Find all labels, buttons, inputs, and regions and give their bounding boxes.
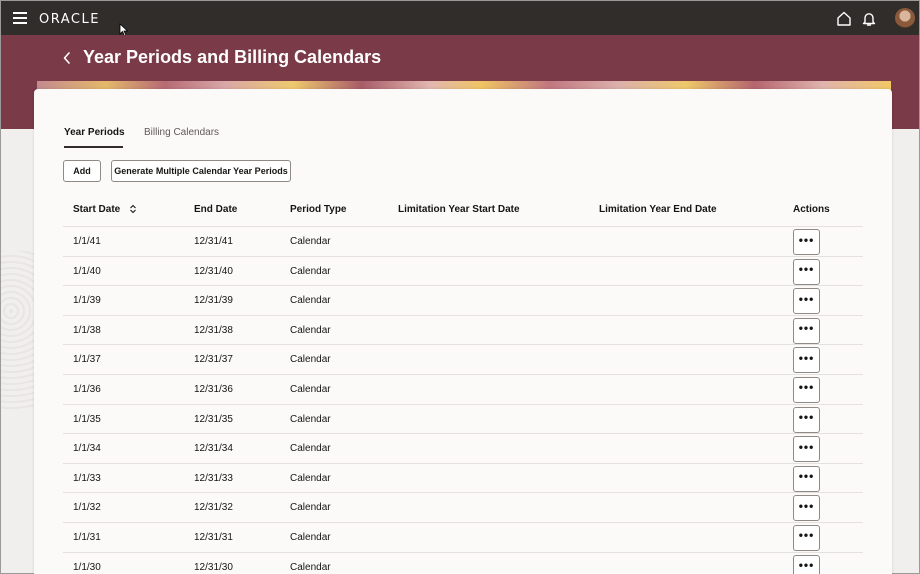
- end-date-cell: 12/31/30: [194, 561, 233, 573]
- table-row: 1/1/37 12/31/37 Calendar •••: [63, 345, 863, 375]
- more-actions-icon: •••: [798, 291, 815, 306]
- background-decoration: [1, 251, 37, 411]
- oracle-logo[interactable]: ORACLE: [39, 12, 100, 27]
- avatar[interactable]: [895, 8, 915, 28]
- start-date-cell: 1/1/36: [73, 383, 101, 395]
- start-date-cell: 1/1/41: [73, 236, 101, 247]
- more-actions-icon: •••: [798, 321, 815, 336]
- row-actions-button[interactable]: •••: [793, 317, 820, 344]
- more-actions-icon: •••: [798, 498, 815, 513]
- column-header-label: Start Date: [73, 204, 121, 215]
- more-actions-icon: •••: [798, 439, 815, 454]
- period-type-cell: Calendar: [290, 383, 331, 395]
- period-type-cell: Calendar: [290, 236, 331, 247]
- more-actions-icon: •••: [798, 262, 815, 277]
- back-arrow-icon[interactable]: [61, 50, 73, 66]
- table-row: 1/1/41 12/31/41 Calendar •••: [63, 227, 863, 257]
- end-date-cell: 12/31/34: [194, 443, 233, 455]
- end-date-cell: 12/31/36: [194, 383, 233, 395]
- period-type-cell: Calendar: [290, 531, 331, 543]
- period-type-cell: Calendar: [290, 295, 331, 307]
- column-header-actions: Actions: [793, 204, 830, 215]
- page-title: Year Periods and Billing Calendars: [83, 47, 382, 67]
- period-type-cell: Calendar: [290, 354, 331, 366]
- column-header-period-type: Period Type: [290, 204, 347, 215]
- generate-periods-button[interactable]: Generate Multiple Calendar Year Periods: [111, 160, 291, 182]
- table-row: 1/1/38 12/31/38 Calendar •••: [63, 316, 863, 346]
- table-row: 1/1/40 12/31/40 Calendar •••: [63, 257, 863, 287]
- table-row: 1/1/39 12/31/39 Calendar •••: [63, 286, 863, 316]
- sort-icon[interactable]: [129, 204, 137, 214]
- start-date-cell: 1/1/33: [73, 472, 101, 484]
- row-actions-button[interactable]: •••: [793, 288, 820, 315]
- row-actions-button[interactable]: •••: [793, 465, 820, 492]
- table-row: 1/1/34 12/31/34 Calendar •••: [63, 434, 863, 464]
- tab-year-periods[interactable]: Year Periods: [64, 127, 125, 138]
- period-type-cell: Calendar: [290, 502, 331, 514]
- more-actions-icon: •••: [798, 350, 815, 365]
- row-actions-button[interactable]: •••: [793, 229, 820, 255]
- year-periods-table: Start Date End Date Period Type Limitati…: [63, 197, 863, 574]
- start-date-cell: 1/1/40: [73, 265, 101, 277]
- period-type-cell: Calendar: [290, 324, 331, 336]
- start-date-cell: 1/1/37: [73, 354, 101, 366]
- start-date-cell: 1/1/39: [73, 295, 101, 307]
- end-date-cell: 12/31/37: [194, 354, 233, 366]
- more-actions-icon: •••: [798, 232, 815, 247]
- table-row: 1/1/30 12/31/30 Calendar •••: [63, 553, 863, 574]
- row-actions-button[interactable]: •••: [793, 376, 820, 403]
- add-button[interactable]: Add: [63, 160, 101, 182]
- period-type-cell: Calendar: [290, 472, 331, 484]
- end-date-cell: 12/31/33: [194, 472, 233, 484]
- end-date-cell: 12/31/32: [194, 502, 233, 514]
- row-actions-button[interactable]: •••: [793, 495, 820, 522]
- row-actions-button[interactable]: •••: [793, 524, 820, 551]
- start-date-cell: 1/1/32: [73, 502, 101, 514]
- end-date-cell: 12/31/35: [194, 413, 233, 425]
- more-actions-icon: •••: [798, 410, 815, 425]
- content-card: Year Periods Billing Calendars Add Gener…: [34, 89, 892, 574]
- column-header-limitation-start: Limitation Year Start Date: [398, 204, 520, 215]
- start-date-cell: 1/1/31: [73, 531, 101, 543]
- row-actions-button[interactable]: •••: [793, 554, 820, 574]
- hamburger-menu-icon[interactable]: [13, 12, 27, 24]
- start-date-cell: 1/1/34: [73, 443, 101, 455]
- period-type-cell: Calendar: [290, 561, 331, 573]
- end-date-cell: 12/31/31: [194, 531, 233, 543]
- table-body: 1/1/41 12/31/41 Calendar ••• 1/1/40 12/3…: [63, 227, 863, 574]
- more-actions-icon: •••: [798, 558, 815, 573]
- start-date-cell: 1/1/38: [73, 324, 101, 336]
- more-actions-icon: •••: [798, 380, 815, 395]
- table-row: 1/1/33 12/31/33 Calendar •••: [63, 464, 863, 494]
- bell-icon[interactable]: [861, 11, 877, 27]
- row-actions-button[interactable]: •••: [793, 436, 820, 463]
- column-header-end-date: End Date: [194, 204, 238, 215]
- table-header: Start Date End Date Period Type Limitati…: [63, 197, 863, 227]
- active-tab-indicator: [64, 146, 123, 148]
- more-actions-icon: •••: [798, 528, 815, 543]
- table-row: 1/1/32 12/31/32 Calendar •••: [63, 493, 863, 523]
- row-actions-button[interactable]: •••: [793, 347, 820, 374]
- period-type-cell: Calendar: [290, 265, 331, 277]
- end-date-cell: 12/31/40: [194, 265, 233, 277]
- column-header-limitation-end: Limitation Year End Date: [599, 204, 717, 215]
- row-actions-button[interactable]: •••: [793, 258, 820, 285]
- table-row: 1/1/36 12/31/36 Calendar •••: [63, 375, 863, 405]
- end-date-cell: 12/31/38: [194, 324, 233, 336]
- table-row: 1/1/35 12/31/35 Calendar •••: [63, 405, 863, 435]
- home-icon[interactable]: [836, 11, 852, 26]
- global-header: ORACLE: [1, 1, 919, 37]
- tab-billing-calendars[interactable]: Billing Calendars: [144, 127, 219, 138]
- end-date-cell: 12/31/41: [194, 236, 233, 247]
- more-actions-icon: •••: [798, 469, 815, 484]
- table-row: 1/1/31 12/31/31 Calendar •••: [63, 523, 863, 553]
- period-type-cell: Calendar: [290, 413, 331, 425]
- row-actions-button[interactable]: •••: [793, 406, 820, 433]
- period-type-cell: Calendar: [290, 443, 331, 455]
- start-date-cell: 1/1/35: [73, 413, 101, 425]
- start-date-cell: 1/1/30: [73, 561, 101, 573]
- end-date-cell: 12/31/39: [194, 295, 233, 307]
- column-header-start-date[interactable]: Start Date: [73, 204, 137, 215]
